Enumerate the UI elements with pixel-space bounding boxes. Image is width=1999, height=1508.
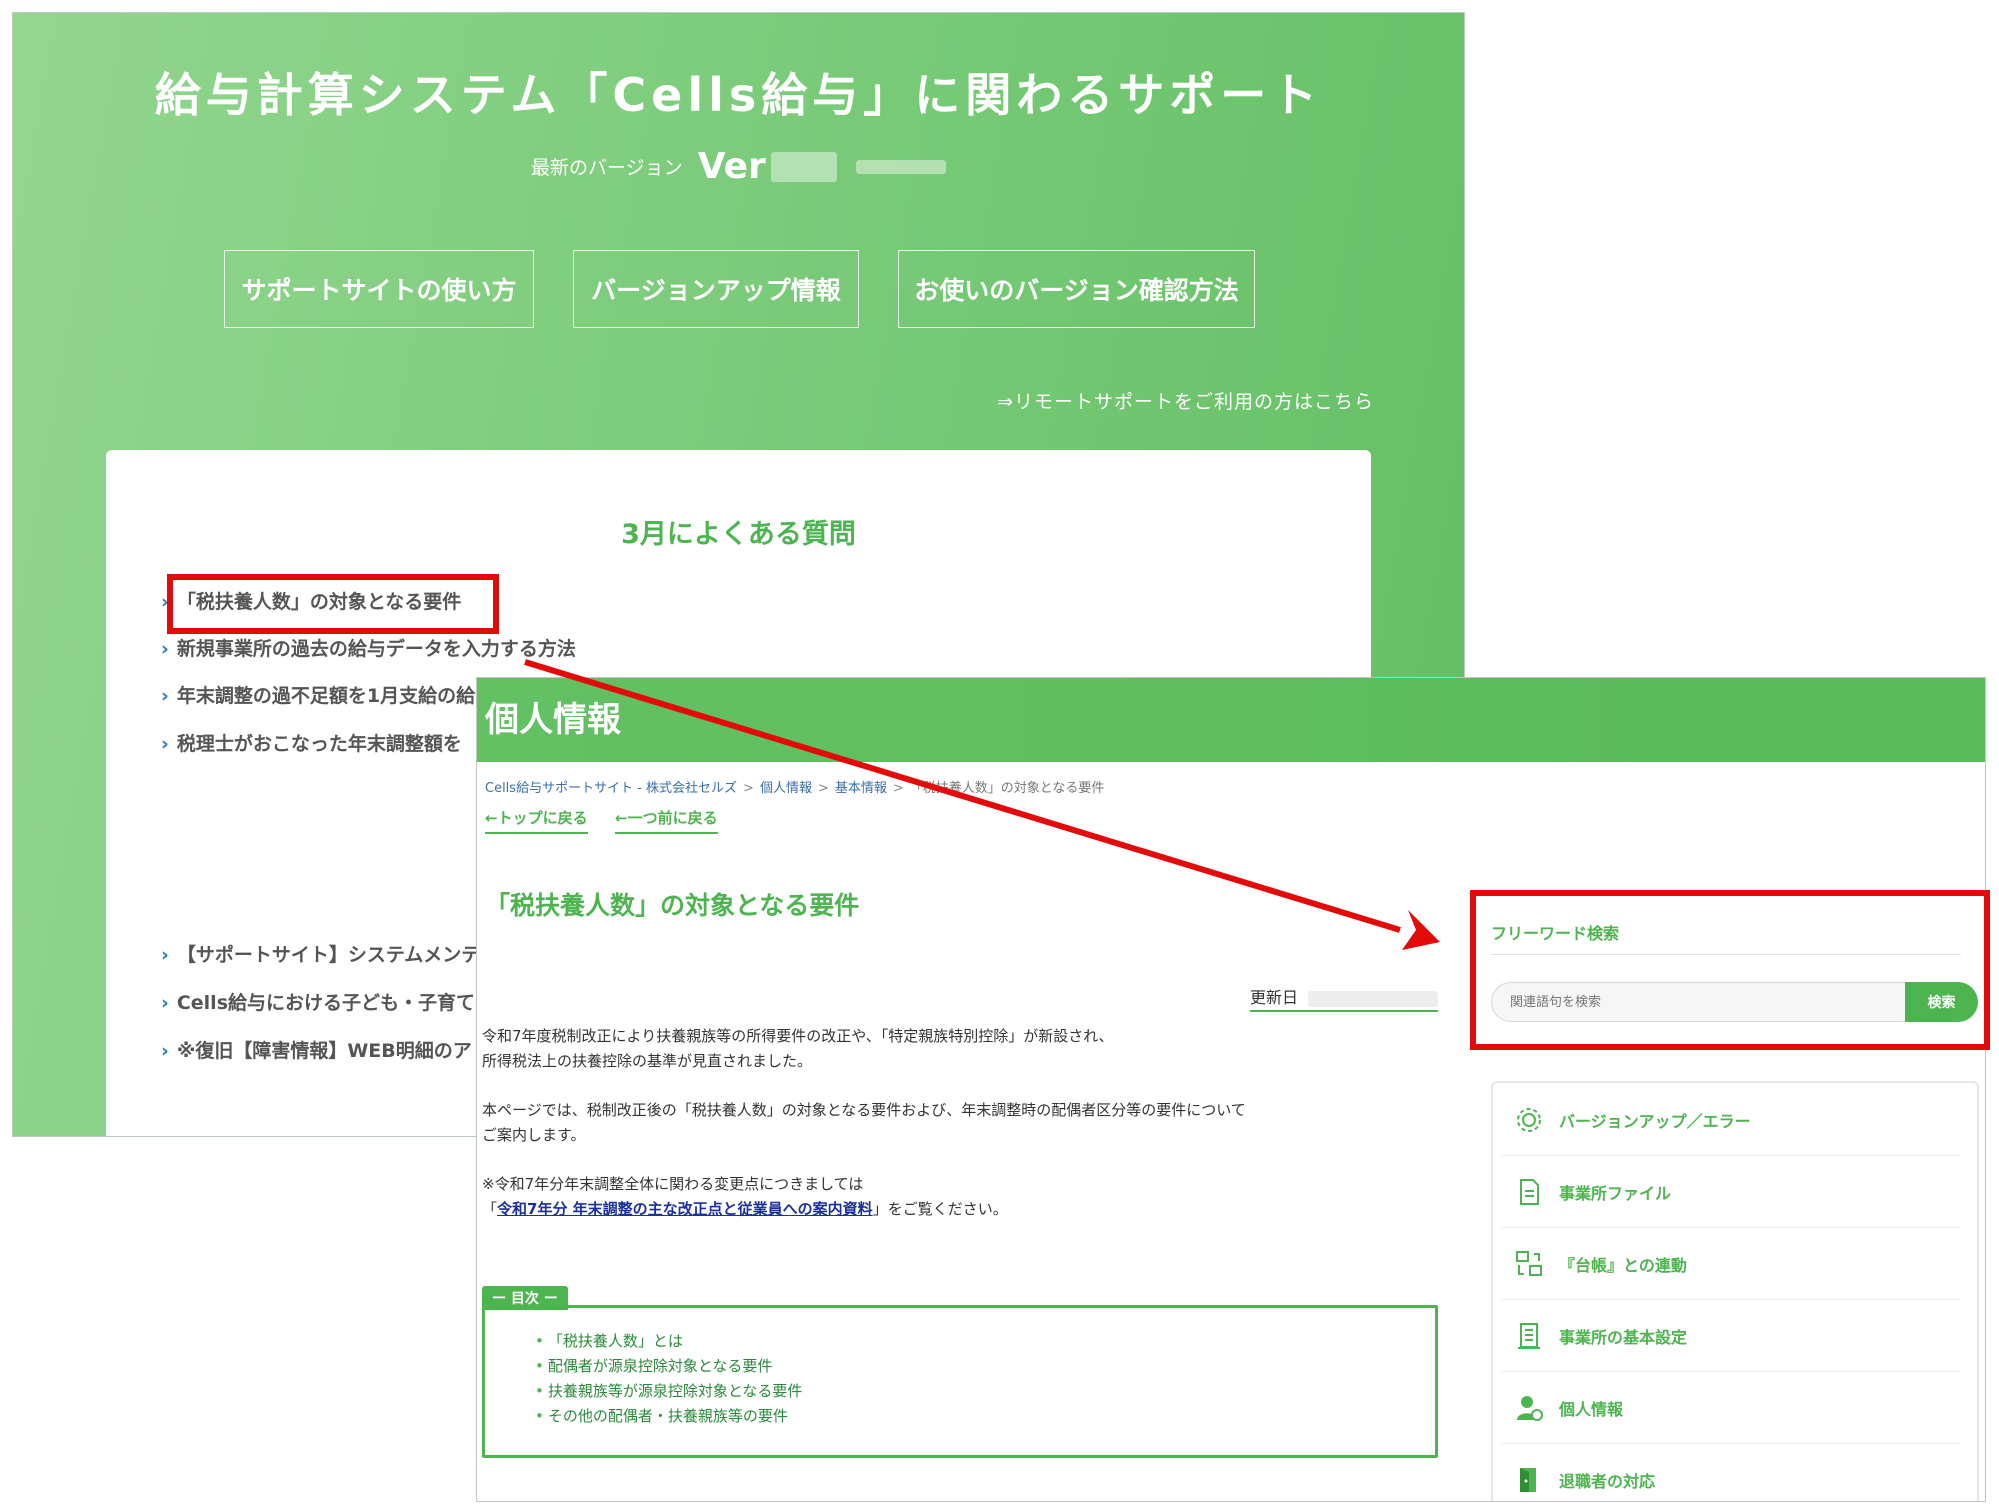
notice-item[interactable]: › 【サポートサイト】システムメンテ bbox=[161, 940, 480, 967]
toc-item[interactable]: • 「税扶養人数」とは bbox=[535, 1330, 683, 1351]
toc-item[interactable]: • 扶養親族等が源泉控除対象となる要件 bbox=[535, 1380, 802, 1401]
faq-item[interactable]: › 年末調整の過不足額を1月支給の給 bbox=[161, 681, 475, 708]
category-retiree[interactable]: 退職者の対応 bbox=[1501, 1444, 1961, 1501]
year-end-adjustment-guide-link[interactable]: 令和7年分 年末調整の主な改正点と従業員への案内資料 bbox=[497, 1200, 873, 1218]
page-header: 個人情報 bbox=[477, 678, 1985, 762]
intro-paragraph: 令和7年度税制改正により扶養親族等の所得要件の改正や、「特定親族特別控除」が新設… bbox=[482, 1027, 1114, 1070]
breadcrumb-basic-info[interactable]: 基本情報 bbox=[835, 781, 887, 796]
version-label: 最新のバージョン bbox=[531, 157, 683, 179]
version-up-info-button[interactable]: バージョンアップ情報 bbox=[573, 250, 859, 328]
breadcrumb-separator: > bbox=[892, 781, 904, 796]
scope-paragraph: 本ページでは、税制改正後の「税扶養人数」の対象となる要件および、年末調整時の配偶… bbox=[482, 1101, 1246, 1144]
notice-item[interactable]: › Cells給与における子ども・子育て bbox=[161, 988, 475, 1015]
breadcrumb-home[interactable]: Cells給与サポートサイト - 株式会社セルズ bbox=[485, 781, 737, 796]
category-office-file[interactable]: 事業所ファイル bbox=[1501, 1156, 1961, 1228]
version-value: Ver bbox=[697, 146, 766, 187]
breadcrumb-separator: > bbox=[743, 781, 754, 796]
exit-door-icon bbox=[1513, 1464, 1545, 1496]
chevron-right-icon: › bbox=[161, 944, 169, 966]
person-icon bbox=[1513, 1392, 1545, 1424]
back-to-top-link[interactable]: ←トップに戻る bbox=[485, 807, 588, 834]
category-version-up-error[interactable]: バージョンアップ／エラー bbox=[1501, 1084, 1961, 1156]
notice-item[interactable]: › ※復旧【障害情報】WEB明細のア bbox=[161, 1036, 472, 1063]
remote-support-link[interactable]: ⇒リモートサポートをご利用の方はこちら bbox=[997, 387, 1374, 414]
toc-item[interactable]: • その他の配偶者・扶養親族等の要件 bbox=[535, 1405, 788, 1426]
breadcrumb-separator: > bbox=[817, 781, 829, 796]
toc-item[interactable]: • 配偶者が源泉控除対象となる要件 bbox=[535, 1355, 772, 1376]
breadcrumb-current: 「税扶養人数」の対象となる要件 bbox=[909, 781, 1105, 796]
gear-icon bbox=[1513, 1104, 1545, 1136]
faq-item[interactable]: › 新規事業所の過去の給与データを入力する方法 bbox=[161, 634, 576, 661]
article-title: 「税扶養人数」の対象となる要件 bbox=[485, 891, 860, 920]
category-office-settings[interactable]: 事業所の基本設定 bbox=[1501, 1300, 1961, 1372]
faq-item[interactable]: › 税理士がおこなった年末調整額を bbox=[161, 729, 462, 756]
check-version-button[interactable]: お使いのバージョン確認方法 bbox=[898, 250, 1255, 328]
reference-paragraph: ※令和7年分年末調整全体に関わる変更点につきましては 「令和7年分 年末調整の主… bbox=[482, 1175, 1008, 1218]
updated-label: 更新日 bbox=[1250, 988, 1299, 1007]
search-highlight-box bbox=[1470, 890, 1990, 1050]
building-icon bbox=[1513, 1320, 1545, 1352]
latest-version: 最新のバージョン Ver bbox=[13, 146, 1464, 187]
faq-highlight-box bbox=[167, 574, 499, 634]
how-to-use-button[interactable]: サポートサイトの使い方 bbox=[224, 250, 534, 328]
page-title: 個人情報 bbox=[485, 700, 621, 740]
site-title: 給与計算システム「Cells給与」に関わるサポート bbox=[154, 68, 1323, 122]
breadcrumb: Cells給与サポートサイト - 株式会社セルズ > 個人情報 > 基本情報 > 「税扶養人… bbox=[485, 777, 1104, 796]
updated-date: 更新日 bbox=[1250, 984, 1439, 1012]
chevron-right-icon: › bbox=[161, 685, 169, 707]
personal-info-window: 個人情報 Cells給与サポートサイト - 株式会社セルズ > 個人情報 > 基本情報 >… bbox=[476, 677, 1986, 1502]
chevron-right-icon: › bbox=[161, 992, 169, 1014]
chevron-right-icon: › bbox=[161, 733, 169, 755]
category-ledger-sync[interactable]: 『台帳』との連動 bbox=[1501, 1228, 1961, 1300]
version-number-redacted bbox=[770, 151, 837, 182]
release-date-redacted bbox=[855, 159, 946, 174]
faq-heading: 3月によくある質問 bbox=[621, 519, 856, 550]
updated-date-redacted bbox=[1308, 990, 1439, 1007]
breadcrumb-personal-info[interactable]: 個人情報 bbox=[760, 781, 812, 796]
back-one-link[interactable]: ←一つ前に戻る bbox=[615, 807, 718, 834]
category-personal-info[interactable]: 個人情報 bbox=[1501, 1372, 1961, 1444]
document-icon bbox=[1513, 1176, 1545, 1208]
chevron-right-icon: › bbox=[161, 1040, 169, 1062]
sync-icon bbox=[1513, 1248, 1545, 1280]
table-of-contents: • 「税扶養人数」とは • 配偶者が源泉控除対象となる要件 • 扶養親族等が源泉控除対… bbox=[482, 1305, 1438, 1458]
chevron-right-icon: › bbox=[161, 638, 169, 660]
